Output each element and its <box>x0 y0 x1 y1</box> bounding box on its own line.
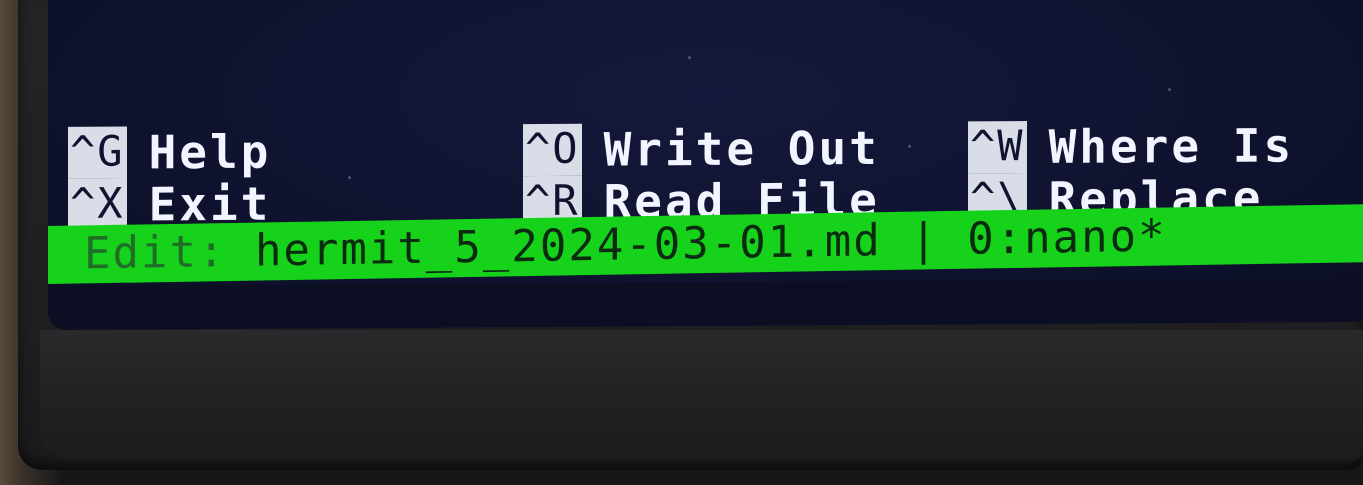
terminal-screen: ^G Help ^O Write Out ^W Where Is ^X Exit <box>48 0 1363 331</box>
shortcut-key-help: ^G <box>68 126 127 179</box>
shortcut-label-help: Help <box>148 124 272 180</box>
dust-speck <box>1168 88 1171 92</box>
shortcut-where-is[interactable]: ^W Where Is <box>968 118 1294 174</box>
shortcut-label-where-is: Where Is <box>1048 118 1295 174</box>
dust-speck <box>348 176 351 180</box>
photo-frame: ^G Help ^O Write Out ^W Where Is ^X Exit <box>0 0 1363 485</box>
shortcut-key-write-out: ^O <box>523 123 582 177</box>
dust-speck <box>908 144 911 148</box>
screen-bottom-area <box>48 277 1363 330</box>
shortcut-help[interactable]: ^G Help <box>68 125 271 180</box>
laptop-bezel-lower <box>40 330 1363 460</box>
shortcut-key-exit: ^X <box>68 178 127 231</box>
nano-shortcut-bar: ^G Help ^O Write Out ^W Where Is ^X Exit <box>68 110 1358 231</box>
shortcut-write-out[interactable]: ^O Write Out <box>523 121 880 177</box>
shortcut-label-write-out: Write Out <box>603 120 880 177</box>
status-prefix: Edit: <box>84 226 227 280</box>
shortcut-key-where-is: ^W <box>968 121 1027 174</box>
dust-speck <box>688 56 691 60</box>
status-window-info: hermit_5_2024-03-01.md | 0:nano* <box>226 210 1167 278</box>
